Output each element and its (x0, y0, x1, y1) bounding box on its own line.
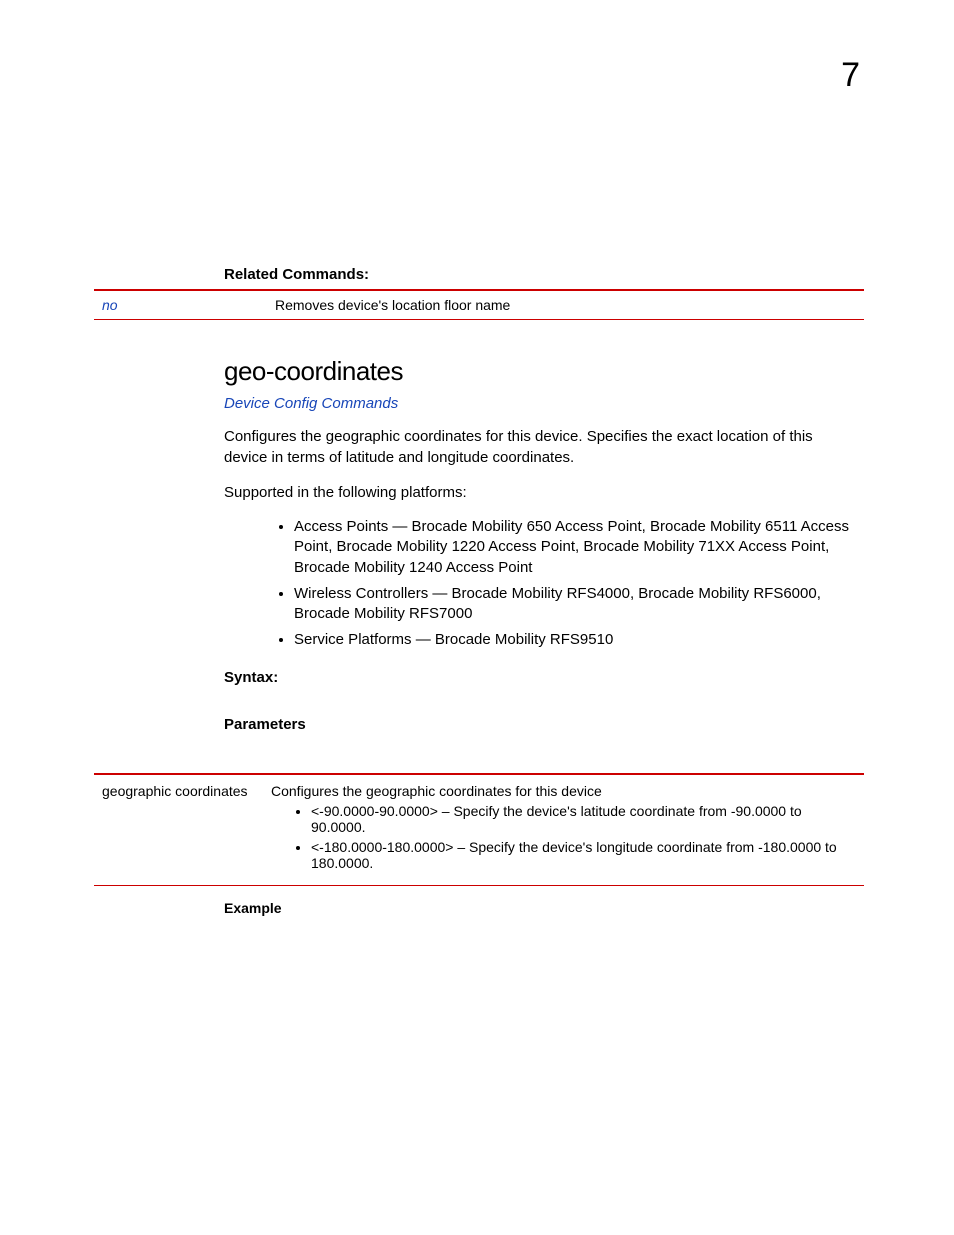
list-item: Service Platforms — Brocade Mobility RFS… (294, 630, 860, 650)
platforms-list: Access Points — Brocade Mobility 650 Acc… (224, 517, 860, 651)
syntax-heading: Syntax: (224, 669, 860, 686)
page-number: 7 (841, 56, 860, 95)
table-row: no Removes device's location floor name (94, 290, 864, 320)
intro-paragraph: Configures the geographic coordinates fo… (224, 426, 860, 468)
command-description: Removes device's location floor name (275, 290, 864, 320)
breadcrumb-link[interactable]: Device Config Commands (224, 395, 860, 412)
list-item: <-90.0000-90.0000> – Specify the device'… (311, 803, 858, 835)
example-heading: Example (224, 900, 860, 916)
parameters-heading: Parameters (224, 716, 860, 733)
section-heading: geo-coordinates (224, 356, 860, 387)
supported-platforms-label: Supported in the following platforms: (224, 482, 860, 503)
list-item: <-180.0000-180.0000> – Specify the devic… (311, 839, 858, 871)
parameter-name: geographic coordinates (94, 774, 263, 886)
parameter-items-list: <-90.0000-90.0000> – Specify the device'… (271, 803, 858, 871)
table-row: geographic coordinates Configures the ge… (94, 774, 864, 886)
related-commands-heading: Related Commands: (224, 266, 860, 283)
list-item: Access Points — Brocade Mobility 650 Acc… (294, 517, 860, 578)
parameter-description-cell: Configures the geographic coordinates fo… (263, 774, 864, 886)
content-block: Related Commands: no Removes device's lo… (224, 266, 860, 916)
document-page: 7 Related Commands: no Removes device's … (0, 0, 954, 1235)
parameter-description: Configures the geographic coordinates fo… (271, 783, 602, 799)
command-link-no[interactable]: no (102, 297, 118, 313)
related-commands-table: no Removes device's location floor name (94, 289, 864, 320)
parameters-table: geographic coordinates Configures the ge… (94, 773, 864, 886)
list-item: Wireless Controllers — Brocade Mobility … (294, 584, 860, 625)
